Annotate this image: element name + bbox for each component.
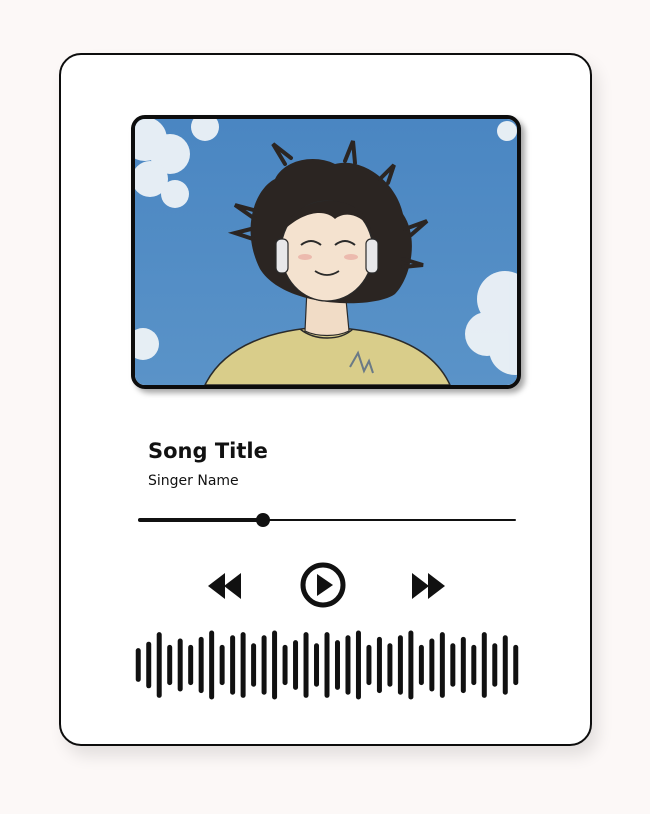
rewind-icon (208, 573, 241, 599)
rewind-button[interactable] (206, 572, 246, 600)
audio-waveform (133, 630, 521, 700)
fast-forward-icon (412, 573, 445, 599)
singer-name: Singer Name (148, 473, 239, 489)
fast-forward-button[interactable] (407, 572, 447, 600)
progress-fill (138, 518, 263, 522)
music-player-card: Song Title Singer Name (59, 53, 592, 746)
play-button[interactable] (300, 562, 346, 608)
progress-slider[interactable] (138, 513, 516, 527)
play-icon (300, 562, 346, 608)
album-cover-image (131, 115, 521, 389)
playback-controls (61, 562, 590, 612)
progress-knob[interactable] (255, 513, 270, 527)
song-title: Song Title (148, 439, 268, 463)
